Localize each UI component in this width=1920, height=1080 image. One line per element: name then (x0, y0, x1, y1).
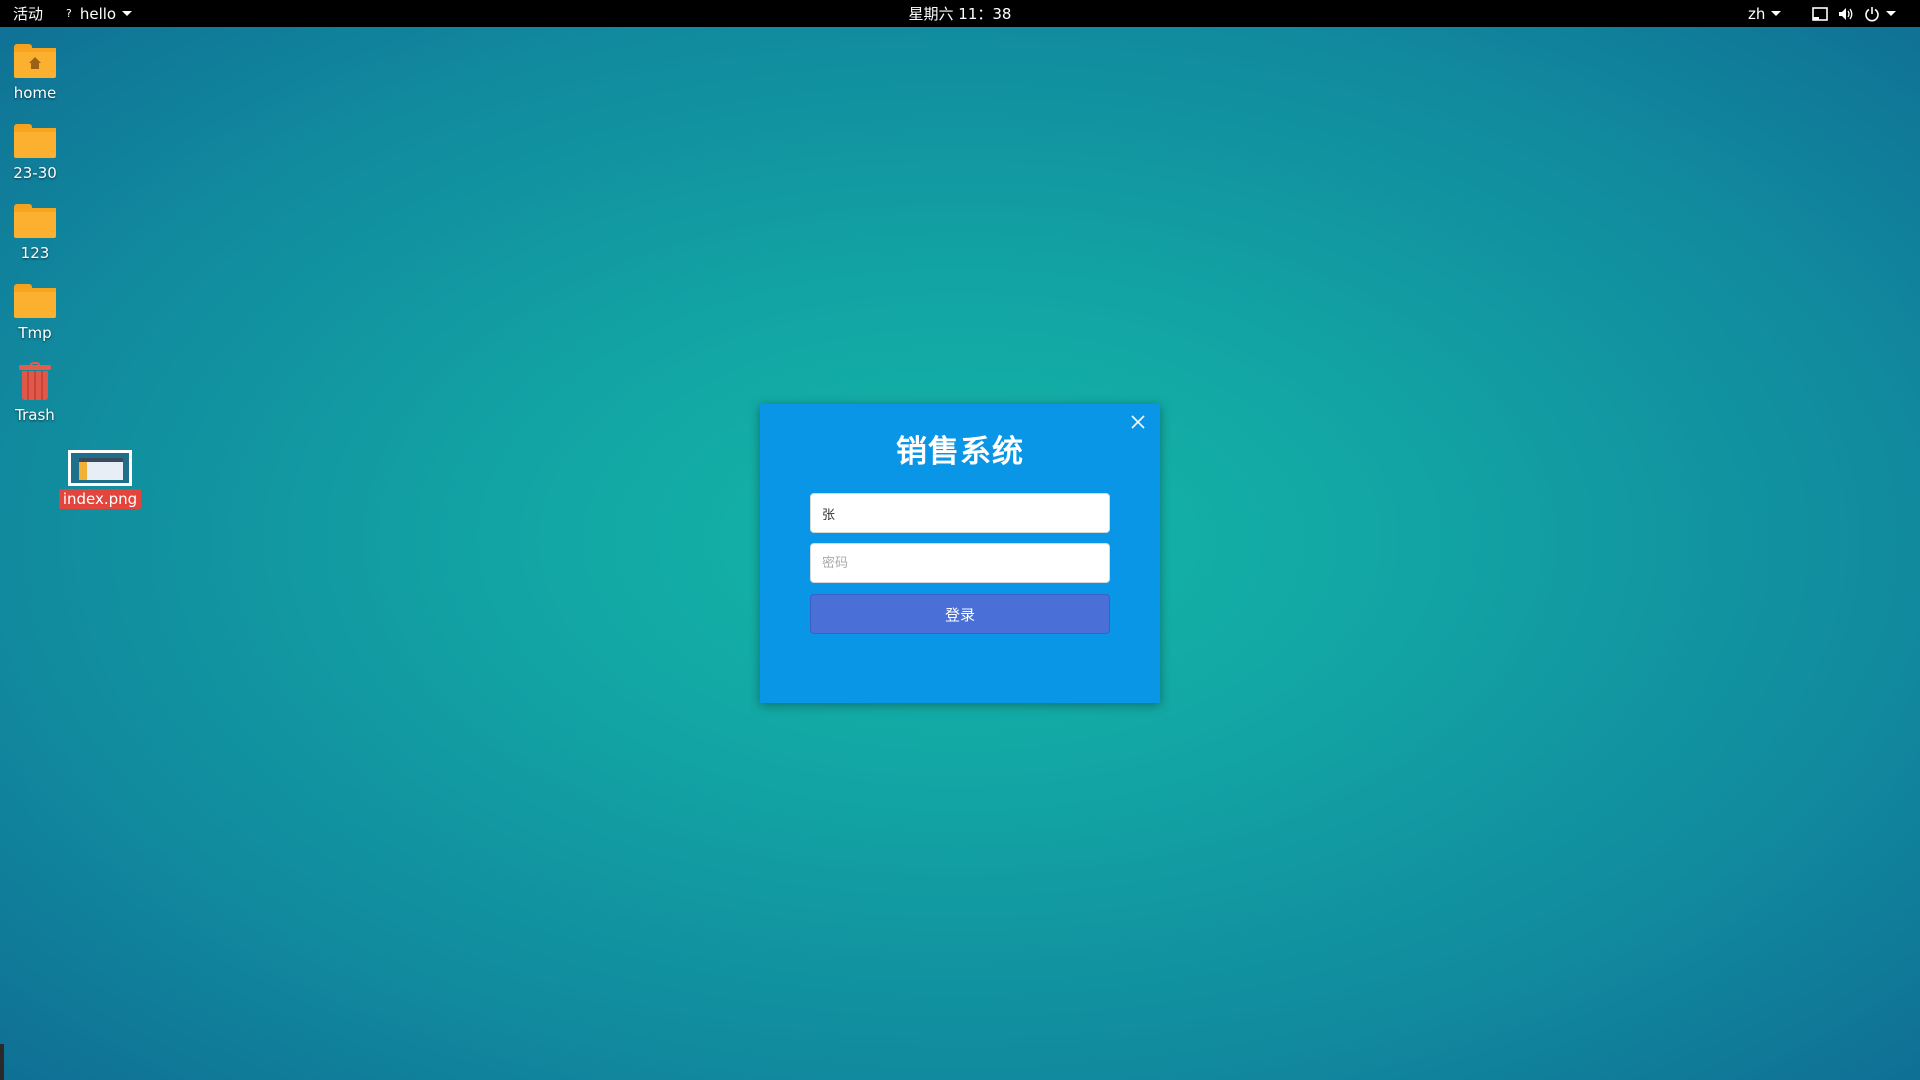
clock[interactable]: 星期六 11：38 (860, 0, 1060, 27)
system-tray[interactable] (1812, 0, 1896, 27)
trash-icon (19, 362, 51, 400)
app-name: hello (79, 4, 117, 23)
activities-button[interactable]: 活动 (13, 0, 43, 27)
desktop-icon-index-png[interactable]: index.png (58, 450, 142, 509)
folder-icon (14, 284, 56, 318)
home-folder-icon (14, 44, 56, 78)
password-input[interactable] (810, 543, 1110, 583)
folder-icon (14, 204, 56, 238)
question-mark-icon: ? (66, 7, 72, 20)
folder-icon (14, 124, 56, 158)
app-menu[interactable]: ? hello (66, 0, 133, 27)
desktop-icon-home[interactable]: home (0, 44, 70, 102)
image-file-icon (68, 450, 132, 486)
chevron-down-icon (122, 11, 133, 16)
desktop-icon-trash[interactable]: Trash (0, 362, 70, 424)
username-input[interactable] (810, 493, 1110, 533)
chevron-down-icon (1771, 11, 1782, 16)
dock-edge-handle[interactable] (0, 1044, 4, 1080)
desktop-icon-folder-23-30[interactable]: 23-30 (0, 124, 70, 182)
desktop-icon-folder-tmp[interactable]: Tmp (0, 284, 70, 342)
chevron-down-icon (1886, 11, 1896, 16)
desktop-icon-folder-123[interactable]: 123 (0, 204, 70, 262)
language-selector[interactable]: zh (1748, 0, 1782, 27)
window-icon (1812, 6, 1828, 22)
top-bar: 活动 ? hello 星期六 11：38 zh (0, 0, 1920, 27)
login-dialog: 销售系统 登录 (760, 404, 1160, 703)
volume-icon (1838, 6, 1854, 22)
login-button[interactable]: 登录 (810, 594, 1110, 634)
dialog-title: 销售系统 (896, 434, 1024, 470)
power-icon (1864, 6, 1880, 22)
